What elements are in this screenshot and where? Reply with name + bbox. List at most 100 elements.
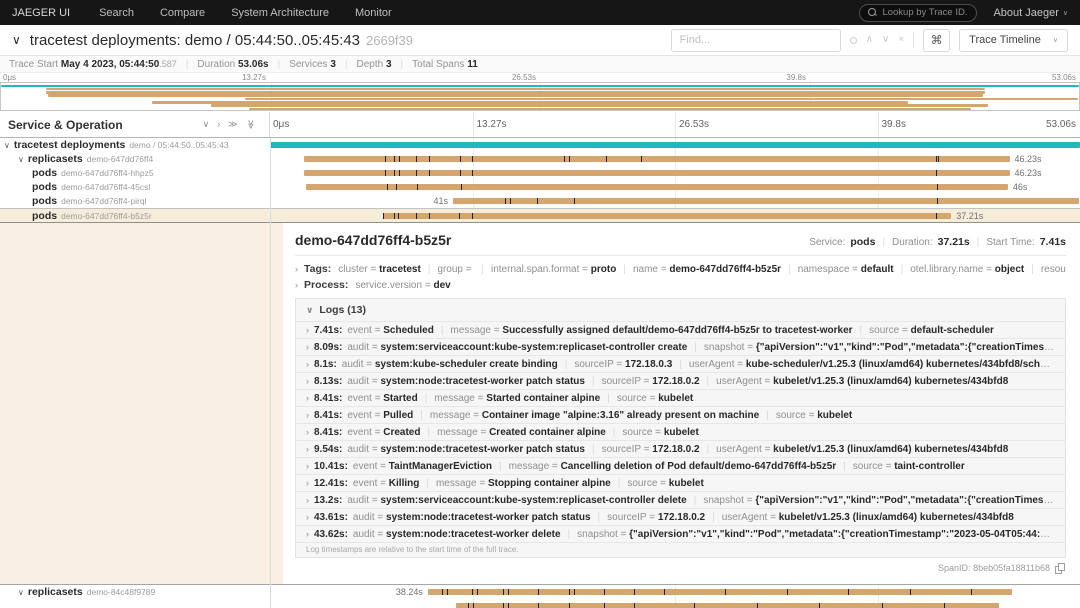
- app-logo[interactable]: JAEGER UI: [0, 7, 86, 19]
- logs-accordion[interactable]: ∨Logs (13): [296, 299, 1065, 321]
- collapse-chevron-icon[interactable]: ∨: [18, 155, 24, 164]
- kv-value: kubelet: [817, 410, 852, 421]
- span-bar-cell[interactable]: 38.24s: [270, 585, 1080, 599]
- span-bar-cell[interactable]: [270, 138, 1080, 152]
- nav-item-search[interactable]: Search: [86, 0, 147, 25]
- nav-item-compare[interactable]: Compare: [147, 0, 218, 25]
- clear-find-icon[interactable]: ×: [898, 35, 904, 45]
- span-row-name-cell[interactable]: ∨replicasetsdemo-647dd76ff4: [0, 152, 270, 166]
- span-row-name-cell[interactable]: ∨replicasetsdemo-84c48f9789: [0, 585, 270, 599]
- span-log-tick: [604, 589, 605, 595]
- next-result-icon[interactable]: ∨: [882, 35, 889, 45]
- span-bar[interactable]: [304, 170, 1010, 176]
- about-jaeger-menu[interactable]: About Jaeger ∨: [993, 7, 1068, 19]
- operation-name: demo-647dd76ff4: [87, 154, 153, 164]
- collapse-all-icon[interactable]: ≫: [228, 120, 237, 129]
- find-input[interactable]: [671, 29, 841, 52]
- span-log-tick: [848, 589, 849, 595]
- span-bar[interactable]: [270, 142, 1080, 148]
- span-bar[interactable]: [428, 589, 1012, 595]
- span-bar-cell[interactable]: 41s: [270, 194, 1080, 208]
- span-log-tick: [508, 603, 509, 608]
- kv-divider: |: [766, 410, 769, 421]
- kv-equals: =: [377, 478, 388, 489]
- span-row[interactable]: ∨replicasetsdemo-647dd76ff446.23s: [0, 152, 1080, 166]
- nav-item-system-architecture[interactable]: System Architecture: [218, 0, 342, 25]
- process-accordion[interactable]: ›Process:service.version = dev: [295, 277, 1066, 293]
- kv-key: audit: [347, 444, 369, 455]
- span-row-name-cell[interactable]: podsdemo-647dd76ff4-b5z5r: [0, 209, 270, 222]
- summary-divider: |: [345, 59, 348, 70]
- log-entry[interactable]: ›43.62s:audit = system:node:tracetest-wo…: [296, 525, 1065, 542]
- collapse-chevron-icon[interactable]: ∨: [18, 588, 24, 597]
- log-entry[interactable]: ›12.41s:event = Killing|message = Stoppi…: [296, 474, 1065, 491]
- span-bar-cell[interactable]: 46.23s: [270, 152, 1080, 166]
- kv-key: sourceIP: [602, 444, 641, 455]
- trace-lookup[interactable]: [859, 4, 977, 22]
- copy-icon[interactable]: [1055, 563, 1064, 573]
- kv-key: audit: [347, 495, 369, 506]
- column-resizer[interactable]: [270, 138, 271, 608]
- trace-rows-viewport[interactable]: ∨tracetest deploymentsdemo / 05:44:50..0…: [0, 138, 1080, 608]
- span-bar[interactable]: [306, 184, 1008, 190]
- keyboard-shortcuts-button[interactable]: ⌘: [923, 29, 950, 52]
- kv-divider: |: [441, 325, 444, 336]
- log-entry[interactable]: ›43.61s:audit = system:node:tracetest-wo…: [296, 508, 1065, 525]
- trace-view-select[interactable]: Trace Timeline ∨: [959, 29, 1068, 52]
- kv-equals: =: [806, 410, 817, 421]
- span-bar-cell[interactable]: 46.23s: [270, 166, 1080, 180]
- span-row[interactable]: podsdemo-647dd76ff4-b5z5r37.21s: [0, 208, 1080, 222]
- span-bar-cell[interactable]: [270, 599, 1080, 608]
- span-row[interactable]: [0, 599, 1080, 608]
- log-entry[interactable]: ›8.41s:event = Started|message = Started…: [296, 389, 1065, 406]
- log-entry[interactable]: ›13.2s:audit = system:serviceaccount:kub…: [296, 491, 1065, 508]
- log-entry[interactable]: ›8.41s:event = Created|message = Created…: [296, 423, 1065, 440]
- span-log-tick: [569, 603, 570, 608]
- collapse-trace-header-icon[interactable]: ∨: [12, 33, 21, 47]
- operation-name: demo / 05:44:50..05:45:43: [129, 140, 228, 150]
- span-log-tick: [787, 589, 788, 595]
- log-entry[interactable]: ›9.54s:audit = system:node:tracetest-wor…: [296, 440, 1065, 457]
- log-entry[interactable]: ›8.13s:audit = system:node:tracetest-wor…: [296, 372, 1065, 389]
- nav-right: About Jaeger ∨: [859, 4, 1080, 22]
- kv-value: Scheduled: [383, 325, 434, 336]
- collapse-chevron-icon[interactable]: ∨: [4, 141, 10, 150]
- span-row[interactable]: podsdemo-647dd76ff4-hhpz546.23s: [0, 166, 1080, 180]
- span-log-tick: [538, 603, 539, 608]
- span-row-name-cell[interactable]: [0, 599, 270, 608]
- log-entry[interactable]: ›7.41s:event = Scheduled|message = Succe…: [296, 321, 1065, 338]
- span-bar[interactable]: [304, 156, 1010, 162]
- span-row-name-cell[interactable]: podsdemo-647dd76ff4-hhpz5: [0, 166, 270, 180]
- span-row-name-cell[interactable]: ∨tracetest deploymentsdemo / 05:44:50..0…: [0, 138, 270, 152]
- span-bar[interactable]: [383, 213, 951, 219]
- span-row[interactable]: podsdemo-647dd76ff4-45csl46s: [0, 180, 1080, 194]
- log-entry[interactable]: ›8.1s:audit = system:kube-scheduler crea…: [296, 355, 1065, 372]
- span-bar[interactable]: [453, 198, 1079, 204]
- span-row[interactable]: podsdemo-647dd76ff4-pirql41s: [0, 194, 1080, 208]
- span-bar-cell[interactable]: 46s: [270, 180, 1080, 194]
- kv-divider: |: [707, 376, 710, 387]
- span-row-name-cell[interactable]: podsdemo-647dd76ff4-45csl: [0, 180, 270, 194]
- trace-lookup-input[interactable]: [882, 7, 968, 18]
- collapse-one-icon[interactable]: ∨: [203, 120, 210, 129]
- tags-accordion[interactable]: ›Tags:cluster = tracetest|group = |inter…: [295, 261, 1066, 277]
- minimap-canvas[interactable]: [0, 82, 1080, 111]
- prev-result-icon[interactable]: ∧: [866, 35, 873, 45]
- log-entry[interactable]: ›10.41s:event = TaintManagerEviction|mes…: [296, 457, 1065, 474]
- span-log-tick: [398, 213, 399, 219]
- kv-value: Pulled: [383, 410, 413, 421]
- expand-all-icon[interactable]: ≫: [246, 120, 255, 129]
- expand-one-icon[interactable]: ›: [217, 120, 220, 129]
- kv-key: sourceIP: [602, 376, 641, 387]
- nav-item-monitor[interactable]: Monitor: [342, 0, 405, 25]
- log-entry[interactable]: ›8.09s:audit = system:serviceaccount:kub…: [296, 338, 1065, 355]
- span-row[interactable]: ∨replicasetsdemo-84c48f978938.24s: [0, 585, 1080, 599]
- trace-minimap[interactable]: 0μs13.27s26.53s39.8s53.06s: [0, 73, 1080, 112]
- operation-name: demo-84c48f9789: [87, 587, 156, 597]
- span-row[interactable]: ∨tracetest deploymentsdemo / 05:44:50..0…: [0, 138, 1080, 152]
- log-entry[interactable]: ›8.41s:event = Pulled|message = Containe…: [296, 406, 1065, 423]
- jaeger-trace-page: JAEGER UI SearchCompareSystem Architectu…: [0, 0, 1080, 608]
- span-bar-cell[interactable]: 37.21s: [270, 209, 1080, 222]
- span-row-name-cell[interactable]: podsdemo-647dd76ff4-pirql: [0, 194, 270, 208]
- kv-equals: =: [849, 264, 860, 275]
